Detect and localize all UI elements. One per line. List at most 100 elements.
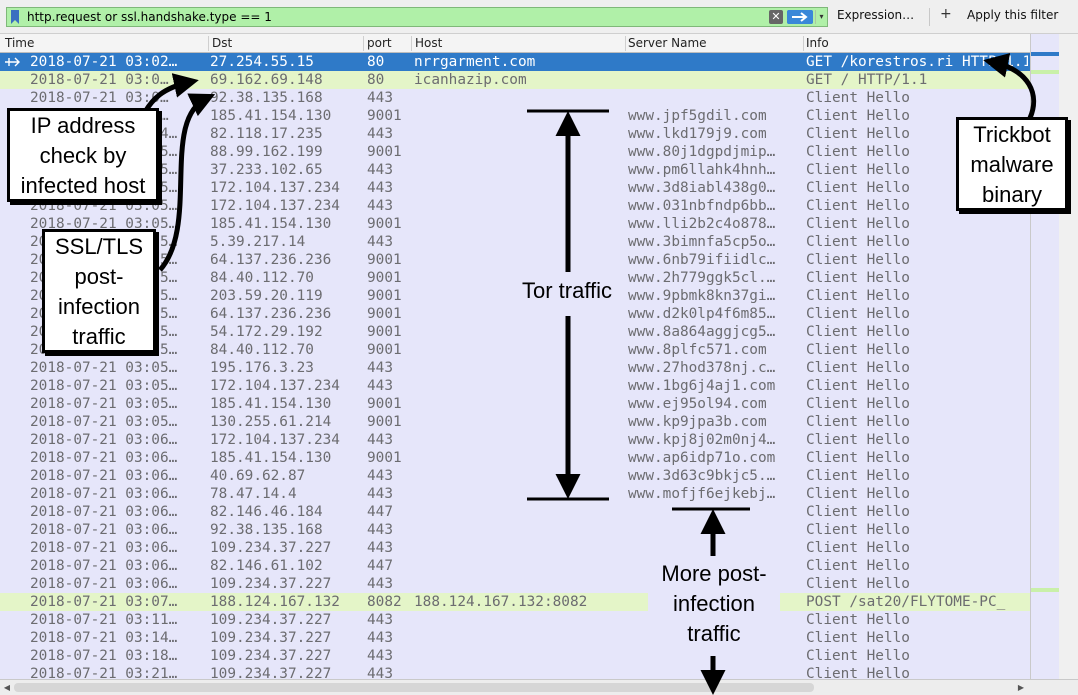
cell-sni: www.ej95ol94.com bbox=[628, 396, 767, 412]
packet-row[interactable]: 2018-07-21 03:05… 172.104.137.234 443 www.3… bbox=[0, 179, 1030, 197]
cell-sni: www.3bimnfa5cp5o… bbox=[628, 234, 776, 250]
packet-row[interactable]: 2018-07-21 03:04… 82.118.17.235 443 www.lkd… bbox=[0, 125, 1030, 143]
column-header-dst[interactable]: Dst bbox=[212, 36, 232, 50]
apply-this-filter-button[interactable]: Apply this filter bbox=[967, 8, 1058, 22]
cell-time: 2018-07-21 03:06… bbox=[30, 486, 178, 502]
horizontal-scrollbar[interactable]: ◀ ▶ bbox=[0, 679, 1078, 695]
scroll-left-icon[interactable]: ◀ bbox=[2, 683, 12, 693]
cell-port: 8082 bbox=[367, 594, 402, 610]
cell-sni: www.lkd179j9.com bbox=[628, 126, 767, 142]
packet-minimap[interactable] bbox=[1031, 34, 1059, 679]
packet-row[interactable]: 2018-07-21 03:06… 109.234.37.227 443 Client… bbox=[0, 539, 1030, 557]
packet-row[interactable]: 2018-07-21 03:06… 78.47.14.4 443 www.mofjf6… bbox=[0, 485, 1030, 503]
apply-arrow-icon[interactable] bbox=[787, 10, 813, 24]
packet-row[interactable]: 2018-07-21 03:05… 195.176.3.23 443 www.27ho… bbox=[0, 359, 1030, 377]
packet-list-header: Time Dst port Host Server Name Info bbox=[0, 34, 1030, 53]
cell-info: GET /korestros.ri HTTP/1.1 bbox=[806, 54, 1028, 70]
packet-row[interactable]: 2018-07-21 03:06… 92.38.135.168 443 Client … bbox=[0, 521, 1030, 539]
cell-port: 443 bbox=[367, 576, 393, 592]
cell-info: Client Hello bbox=[806, 288, 910, 304]
packet-row[interactable]: 2018-07-21 03:0… 185.41.154.130 9001 www.jp… bbox=[0, 107, 1030, 125]
column-divider[interactable] bbox=[208, 36, 209, 51]
column-divider[interactable] bbox=[363, 36, 364, 51]
cell-sni: www.pm6llahk4hnh… bbox=[628, 162, 776, 178]
cell-info: Client Hello bbox=[806, 306, 910, 322]
packet-row[interactable]: 2018-07-21 03:06… 82.146.61.102 447 Client … bbox=[0, 557, 1030, 575]
cell-dst: 172.104.137.234 bbox=[210, 198, 340, 214]
cell-dst: 172.104.137.234 bbox=[210, 432, 340, 448]
column-header-port[interactable]: port bbox=[367, 36, 392, 50]
column-header-host[interactable]: Host bbox=[415, 36, 442, 50]
packet-row[interactable]: 2018-07-21 03:06… 172.104.137.234 443 www.k… bbox=[0, 431, 1030, 449]
column-header-time[interactable]: Time bbox=[5, 36, 34, 50]
cell-info: Client Hello bbox=[806, 504, 910, 520]
cell-time: 2018-07-21 03:18… bbox=[30, 648, 178, 664]
packet-row[interactable]: 2018-07-21 03:18… 109.234.37.227 443 Client… bbox=[0, 647, 1030, 665]
packet-row[interactable]: 2018-07-21 03:14… 109.234.37.227 443 Client… bbox=[0, 629, 1030, 647]
column-header-info[interactable]: Info bbox=[806, 36, 829, 50]
packet-row[interactable]: 2018-07-21 03:05… 88.99.162.199 9001 www.80… bbox=[0, 143, 1030, 161]
cell-info: Client Hello bbox=[806, 540, 910, 556]
packet-row[interactable]: 2018-07-21 03:05… 172.104.137.234 443 www.1… bbox=[0, 377, 1030, 395]
display-filter-toolbar: ✕ ▾ Expression… + Apply this filter bbox=[0, 0, 1078, 34]
cell-time: 2018-07-21 03:05… bbox=[30, 396, 178, 412]
column-header-server-name[interactable]: Server Name bbox=[628, 36, 707, 50]
cell-dst: 54.172.29.192 bbox=[210, 324, 323, 340]
cell-time: 2018-07-21 03:06… bbox=[30, 468, 178, 484]
packet-row[interactable]: 2018-07-21 03:05… 37.233.102.65 443 www.pm6… bbox=[0, 161, 1030, 179]
cell-dst: 172.104.137.234 bbox=[210, 378, 340, 394]
packet-row[interactable]: 2018-07-21 03:06… 40.69.62.87 443 www.3d63c… bbox=[0, 467, 1030, 485]
bookmark-icon[interactable] bbox=[10, 10, 20, 24]
cell-info: Client Hello bbox=[806, 432, 910, 448]
packet-row[interactable]: 2018-07-21 03:05… 5.39.217.14 443 www.3bimn… bbox=[0, 233, 1030, 251]
add-filter-button-icon[interactable]: + bbox=[940, 6, 952, 22]
packet-row[interactable]: 2018-07-21 03:21… 109.234.37.227 443 Client… bbox=[0, 665, 1030, 679]
packet-row[interactable]: 2018-07-21 03:06… 109.234.37.227 443 Client… bbox=[0, 575, 1030, 593]
expression-button[interactable]: Expression… bbox=[837, 8, 914, 22]
cell-sni: www.6nb79ifiidlc… bbox=[628, 252, 776, 268]
packet-row[interactable]: 2018-07-21 03:05… 64.137.236.236 9001 www.6… bbox=[0, 251, 1030, 269]
cell-time: 2018-07-21 03:05… bbox=[30, 252, 178, 268]
scroll-right-icon[interactable]: ▶ bbox=[1016, 683, 1026, 693]
cell-sni: www.031nbfndp6bb… bbox=[628, 198, 776, 214]
packet-row[interactable]: 2018-07-21 03:05… 84.40.112.70 9001 www.2h7… bbox=[0, 269, 1030, 287]
packet-row[interactable]: 2018-07-21 03:05… 185.41.154.130 9001 www.l… bbox=[0, 215, 1030, 233]
cell-dst: 109.234.37.227 bbox=[210, 576, 332, 592]
cell-dst: 64.137.236.236 bbox=[210, 252, 332, 268]
packet-row[interactable]: 2018-07-21 03:05… 54.172.29.192 9001 www.8a… bbox=[0, 323, 1030, 341]
column-divider[interactable] bbox=[625, 36, 626, 51]
cell-port: 443 bbox=[367, 126, 393, 142]
packet-row[interactable]: 2018-07-21 03:05… 130.255.61.214 9001 www.k… bbox=[0, 413, 1030, 431]
column-divider[interactable] bbox=[411, 36, 412, 51]
filter-history-dropdown-icon[interactable]: ▾ bbox=[815, 10, 827, 24]
packet-row[interactable]: 2018-07-21 03:0… 92.38.135.168 443 Client H… bbox=[0, 89, 1030, 107]
packet-row-selected[interactable]: 2018-07-21 03:02… 27.254.55.15 80 nrrgarmen… bbox=[0, 53, 1030, 71]
packet-row[interactable]: 2018-07-21 03:06… 185.41.154.130 9001 www.a… bbox=[0, 449, 1030, 467]
packet-list[interactable]: 2018-07-21 03:02… 27.254.55.15 80 nrrgarmen… bbox=[0, 53, 1030, 679]
packet-row[interactable]: 2018-07-21 03:05… 185.41.154.130 9001 www.e… bbox=[0, 395, 1030, 413]
packet-row[interactable]: 2018-07-21 03:06… 82.146.46.184 447 Client … bbox=[0, 503, 1030, 521]
display-filter-box[interactable]: ✕ ▾ bbox=[6, 7, 828, 27]
cell-info: Client Hello bbox=[806, 90, 910, 106]
cell-dst: 82.146.46.184 bbox=[210, 504, 323, 520]
packet-row[interactable]: 2018-07-21 03:05… 84.40.112.70 9001 www.8pl… bbox=[0, 341, 1030, 359]
column-divider[interactable] bbox=[803, 36, 804, 51]
display-filter-input[interactable] bbox=[27, 8, 767, 26]
cell-time: 2018-07-21 03:07… bbox=[30, 594, 178, 610]
cell-sni: www.8plfc571.com bbox=[628, 342, 767, 358]
packet-row[interactable]: 2018-07-21 03:05… 64.137.236.236 9001 www.d… bbox=[0, 305, 1030, 323]
cell-info: Client Hello bbox=[806, 252, 910, 268]
cell-dst: 188.124.167.132 bbox=[210, 594, 340, 610]
cell-port: 443 bbox=[367, 648, 393, 664]
packet-row[interactable]: 2018-07-21 03:07… 188.124.167.132 8082 188.… bbox=[0, 593, 1030, 611]
packet-row[interactable]: 2018-07-21 03:0… 69.162.69.148 80 icanhazip… bbox=[0, 71, 1030, 89]
packet-row[interactable]: 2018-07-21 03:05… 203.59.20.119 9001 www.9p… bbox=[0, 287, 1030, 305]
horizontal-scroll-thumb[interactable] bbox=[14, 683, 814, 692]
clear-filter-icon[interactable]: ✕ bbox=[769, 10, 783, 24]
packet-row[interactable]: 2018-07-21 03:05… 172.104.137.234 443 www.0… bbox=[0, 197, 1030, 215]
cell-sni: www.jpf5gdil.com bbox=[628, 108, 767, 124]
cell-port: 80 bbox=[367, 72, 385, 88]
cell-time: 2018-07-21 03:0… bbox=[30, 72, 169, 88]
cell-port: 443 bbox=[367, 666, 393, 679]
packet-row[interactable]: 2018-07-21 03:11… 109.234.37.227 443 Client… bbox=[0, 611, 1030, 629]
